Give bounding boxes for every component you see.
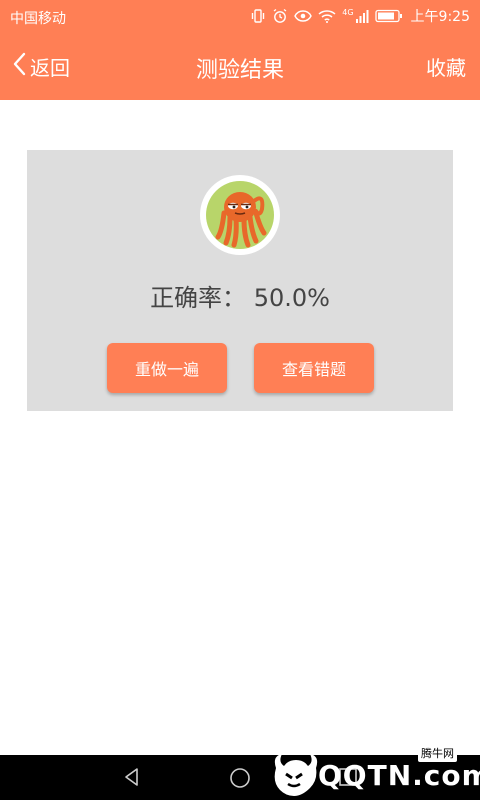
result-card: 正确率： 50.0% 重做一遍 查看错题 — [27, 150, 453, 411]
nav-back-icon[interactable] — [122, 767, 142, 791]
page-title: 测验结果 — [195, 58, 284, 83]
octopus-avatar — [206, 181, 274, 249]
nav-home-icon[interactable] — [229, 767, 251, 793]
wifi-icon — [318, 8, 336, 24]
accuracy-text: 正确率： 50.0% — [150, 284, 330, 312]
status-icons: 4G 上午9:25 — [250, 6, 470, 26]
view-wrong-button[interactable]: 查看错题 — [254, 343, 374, 393]
vibrate-icon — [250, 8, 266, 24]
carrier-label: 中国移动 — [10, 11, 66, 27]
avatar — [200, 175, 280, 255]
clock-label: 上午9:25 — [410, 9, 470, 25]
watermark-text: QQTN.com — [318, 759, 480, 792]
eye-icon — [294, 8, 313, 24]
watermark: QQTN.com 腾牛网 — [270, 744, 480, 800]
battery-icon — [374, 9, 403, 23]
network-type-label: 4G — [342, 8, 354, 17]
watermark-logo — [274, 754, 318, 796]
redo-button[interactable]: 重做一遍 — [107, 343, 227, 393]
app-screen: 中国移动 4G 上午9:25 返回 测验结果 收藏 正确率： 50.0% 重做一… — [0, 0, 480, 800]
back-button[interactable]: 返回 — [12, 52, 70, 80]
back-chevron-icon — [12, 52, 26, 80]
status-bar: 中国移动 4G 上午9:25 — [0, 0, 480, 32]
header-background: 中国移动 4G 上午9:25 返回 测验结果 收藏 — [0, 0, 480, 100]
favorite-button[interactable]: 收藏 — [426, 52, 466, 81]
signal-icon: 4G — [342, 8, 369, 23]
alarm-icon — [272, 8, 288, 24]
back-label: 返回 — [30, 55, 70, 80]
watermark-chinese: 腾牛网 — [418, 744, 457, 762]
navigation-bar: 返回 测验结果 收藏 — [0, 32, 480, 100]
